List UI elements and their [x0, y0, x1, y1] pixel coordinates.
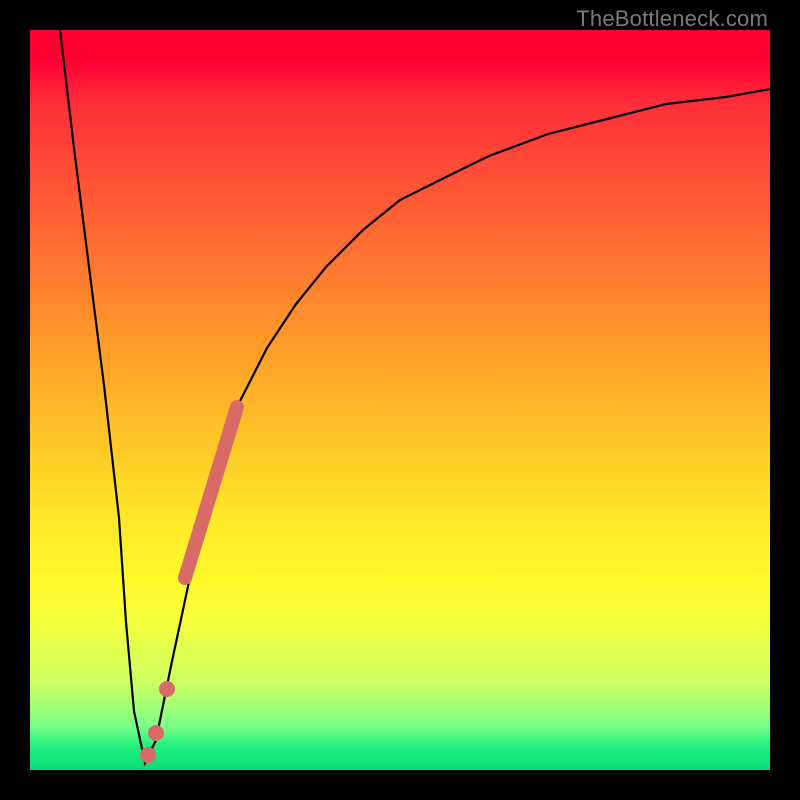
- curve-overlay: [30, 30, 770, 770]
- chart-frame: TheBottleneck.com: [0, 0, 800, 800]
- highlight-segment: [185, 407, 237, 578]
- bottleneck-curve: [60, 30, 770, 763]
- highlight-dot-1: [159, 681, 175, 697]
- plot-area: [30, 30, 770, 770]
- highlight-dot-2: [148, 725, 164, 741]
- highlight-dot-3: [140, 747, 156, 763]
- watermark-text: TheBottleneck.com: [576, 6, 768, 32]
